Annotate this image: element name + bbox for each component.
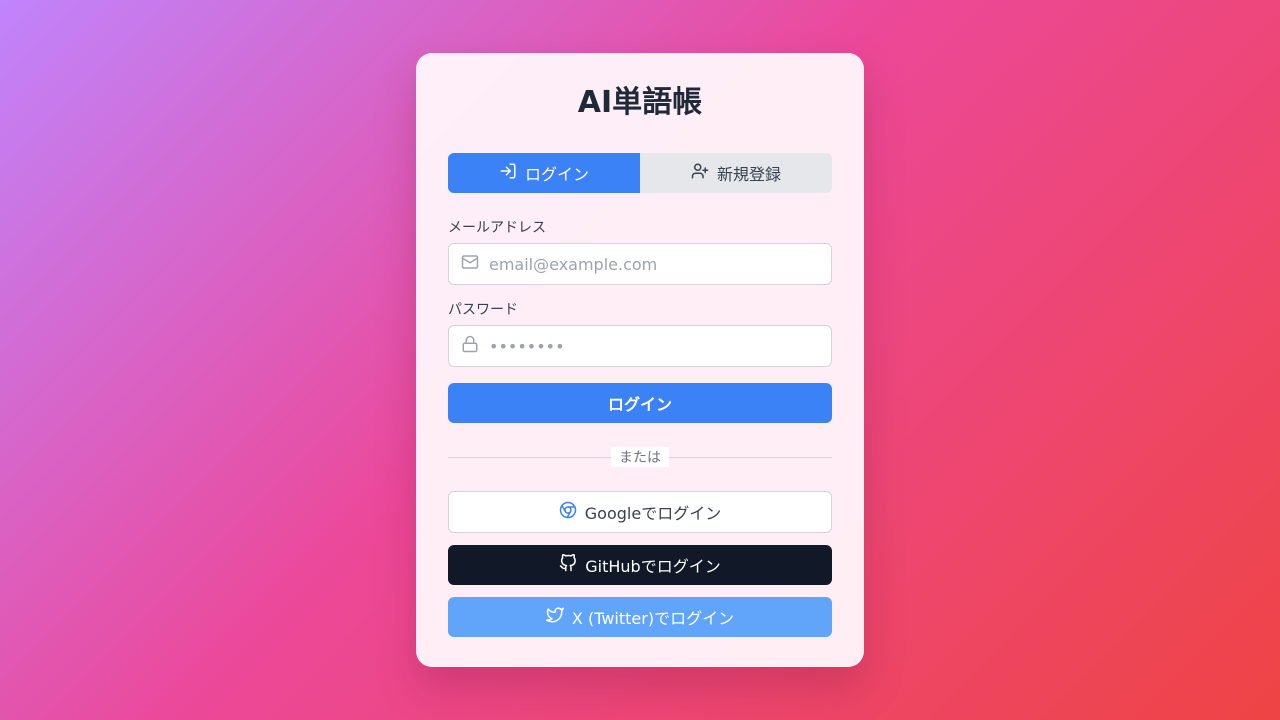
github-login-label: GitHubでログイン (585, 557, 721, 576)
divider-text: または (611, 447, 669, 467)
tab-register-label: 新規登録 (716, 165, 781, 184)
github-icon (559, 553, 577, 576)
google-login-button[interactable]: Googleでログイン (448, 491, 832, 533)
password-input[interactable] (489, 336, 809, 356)
tab-login-label: ログイン (524, 165, 589, 184)
twitter-icon (545, 606, 564, 628)
twitter-login-button[interactable]: X (Twitter)でログイン (448, 597, 832, 637)
user-plus-icon (691, 162, 709, 184)
github-login-button[interactable]: GitHubでログイン (448, 545, 832, 585)
twitter-login-label: X (Twitter)でログイン (571, 609, 735, 628)
mail-icon (461, 253, 479, 275)
or-divider: または (448, 447, 832, 467)
password-input-wrapper (448, 325, 832, 367)
tab-login[interactable]: ログイン (448, 153, 640, 193)
lock-icon (461, 335, 479, 357)
google-login-label: Googleでログイン (584, 504, 722, 523)
tab-register[interactable]: 新規登録 (640, 153, 832, 193)
password-label: パスワード (448, 302, 518, 318)
auth-tabs: ログイン 新規登録 (448, 153, 832, 193)
email-input-wrapper (448, 243, 832, 285)
login-card: AI単語帳 ログイン 新規登録 メールアドレス email@example.co… (416, 53, 864, 667)
login-submit-button[interactable]: ログイン (448, 383, 832, 423)
app-title: AI単語帳 (577, 85, 703, 120)
email-label: メールアドレス (448, 220, 546, 236)
chrome-icon (559, 501, 577, 523)
email-input[interactable] (489, 254, 809, 274)
login-icon (499, 162, 517, 184)
